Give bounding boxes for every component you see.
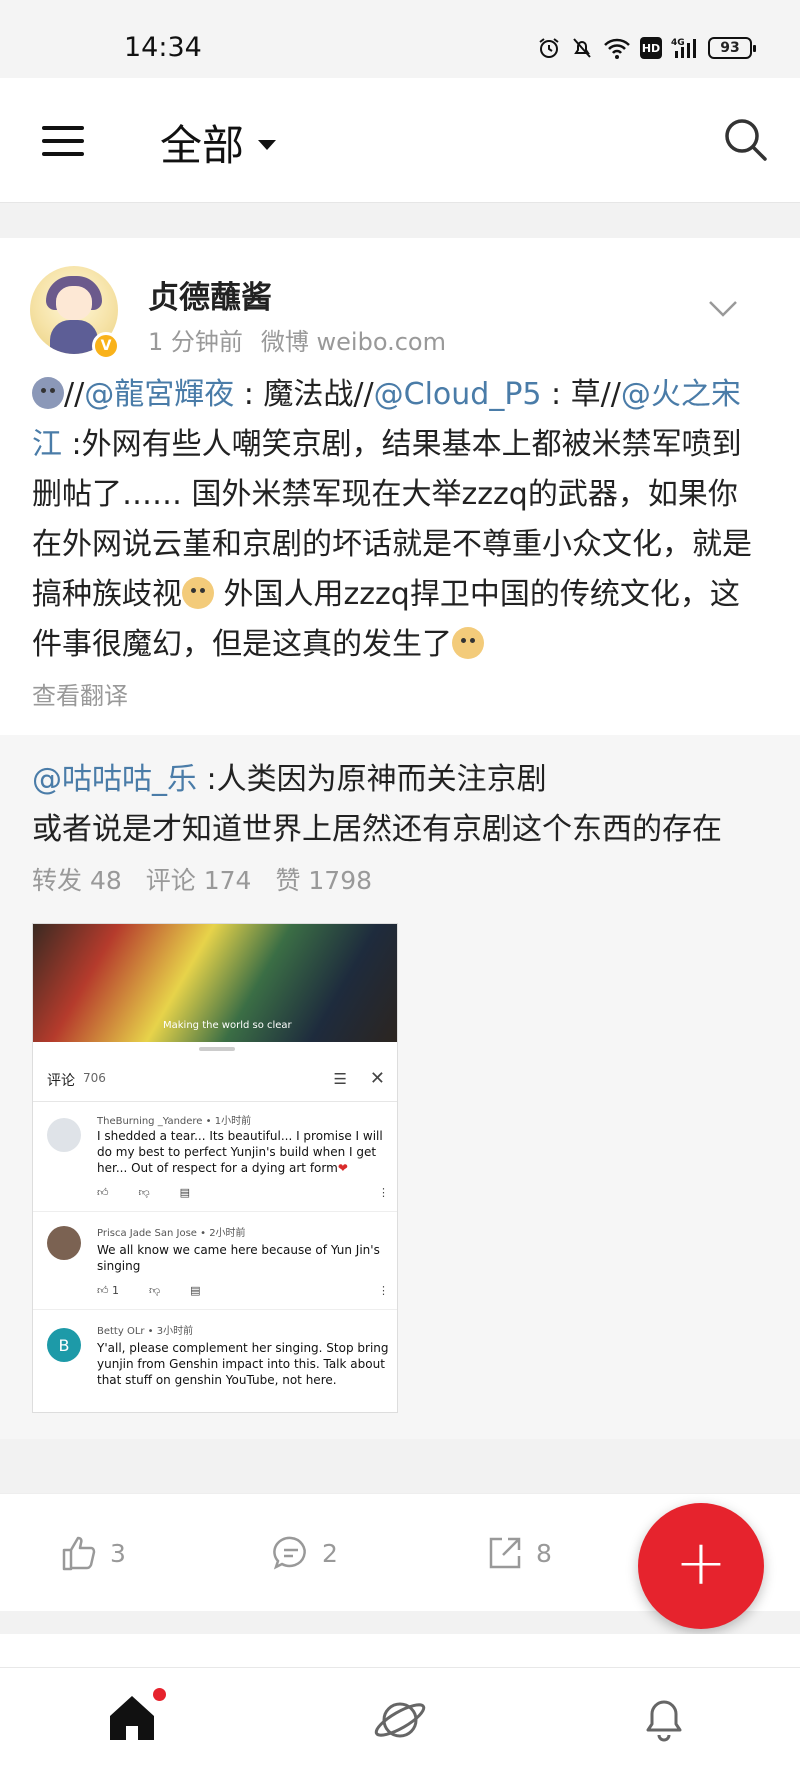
comment-body: Y'all, please complement her singing. St… <box>97 1341 389 1387</box>
like-count: 3 <box>110 1538 126 1568</box>
thumbs-down-icon: 👎︎ <box>138 1186 150 1199</box>
comments-sheet-header: 评论 706 ☰ ✕ <box>33 1054 397 1102</box>
post-time: 1 分钟前 <box>148 328 243 356</box>
more-icon: ⋮ <box>378 1186 389 1199</box>
list-item: Prisca Jade San Jose • 2小时前 We all know … <box>33 1212 397 1310</box>
comments-count: 706 <box>83 1071 106 1085</box>
list-item: B Betty OLr • 3小时前 Y'all, please complem… <box>33 1310 397 1412</box>
nav-home[interactable] <box>106 1688 166 1748</box>
menu-icon[interactable] <box>42 126 84 156</box>
post-text-segment: // <box>64 377 85 412</box>
nav-discover[interactable] <box>372 1692 428 1748</box>
chevron-down-icon <box>258 139 277 150</box>
post-card[interactable]: V 贞德蘸酱 1 分钟前 微博 weibo.com //@龍宮輝夜 : 魔法战//… <box>0 238 800 1439</box>
comment-author: TheBurning _Yandere • 1小时前 <box>97 1116 252 1127</box>
search-icon[interactable] <box>722 116 770 164</box>
bell-icon <box>646 1700 682 1742</box>
battery-indicator: 93 <box>708 37 756 59</box>
video-thumbnail: Making the world so clear <box>33 924 397 1042</box>
more-icon: ⋮ <box>378 1284 389 1297</box>
close-icon: ✕ <box>369 1068 385 1089</box>
sort-icon: ☰ <box>333 1070 347 1088</box>
post-header: V 贞德蘸酱 1 分钟前 微博 weibo.com <box>0 238 800 364</box>
comment-count: 2 <box>322 1538 338 1568</box>
mention-link[interactable]: @Cloud_P5 <box>374 377 542 412</box>
post-body: //@龍宮輝夜 : 魔法战//@Cloud_P5 : 草//@火之宋江 :外网有… <box>0 364 800 670</box>
repost-text-line: :人类因为原神而关注京剧 <box>197 762 547 797</box>
share-icon <box>489 1537 521 1569</box>
comment-author: Prisca Jade San Jose • 2小时前 <box>97 1228 246 1239</box>
reply-icon: ▤ <box>190 1284 201 1297</box>
thumbs-up-icon: 👍︎ <box>97 1186 109 1199</box>
translate-link[interactable]: 查看翻译 <box>0 670 800 735</box>
doge-emoji-icon <box>452 627 484 659</box>
divider <box>0 202 800 238</box>
top-app-bar: 全部 <box>0 78 800 202</box>
like-button[interactable]: 3 <box>60 1534 126 1572</box>
avatar <box>47 1226 81 1260</box>
status-bar: 14:34 HD 4G 93 <box>0 0 800 78</box>
wifi-icon <box>604 38 630 59</box>
home-icon <box>110 1696 154 1740</box>
comment-icon <box>273 1536 306 1570</box>
heart-icon: ❤ <box>337 1161 348 1175</box>
comment-button[interactable]: 2 <box>272 1534 338 1572</box>
alarm-icon <box>539 38 559 58</box>
bottom-navigation <box>0 1667 800 1777</box>
svg-text:4G: 4G <box>671 38 685 48</box>
compose-fab-button[interactable]: + <box>638 1503 764 1629</box>
comment-count: 评论 174 <box>145 866 252 895</box>
embedded-screenshot[interactable]: Making the world so clear 评论 706 ☰ ✕ The… <box>32 923 398 1413</box>
mention-link[interactable]: @咕咕咕_乐 <box>32 762 197 797</box>
comment-actions: 👍︎ 👎︎ ▤ ⋮ <box>97 1186 389 1199</box>
thumbs-up-icon: 👍︎ 1 <box>97 1284 119 1297</box>
notification-dot <box>153 1688 166 1701</box>
repost-stats: 转发 48 评论 174 赞 1798 <box>32 861 768 897</box>
chevron-down-icon[interactable] <box>708 300 738 318</box>
reply-icon: ▤ <box>179 1186 191 1199</box>
repost-block[interactable]: @咕咕咕_乐 :人类因为原神而关注京剧或者说是才知道世界上居然还有京剧这个东西的… <box>0 735 800 1439</box>
comment-author: Betty OLr • 3小时前 <box>97 1326 194 1337</box>
post-source: 微博 weibo.com <box>260 328 446 356</box>
status-time: 14:34 <box>124 32 202 63</box>
comment-actions: 👍︎ 1 👎︎ ▤ ⋮ <box>97 1284 389 1297</box>
thumbs-down-icon: 👎︎ <box>149 1284 161 1297</box>
share-count: 8 <box>536 1538 552 1568</box>
post-text-segment: : 魔法战// <box>234 377 374 412</box>
feed-filter-dropdown[interactable]: 全部 <box>160 112 277 173</box>
avatar: B <box>47 1328 81 1362</box>
hd-badge: HD <box>640 37 662 59</box>
verified-badge: V <box>92 332 120 360</box>
repost-text-line: 或者说是才知道世界上居然还有京剧这个东西的存在 <box>32 812 722 847</box>
like-count: 赞 1798 <box>275 866 373 895</box>
post-author[interactable]: 贞德蘸酱 <box>148 272 272 317</box>
signal-icon: 4G <box>671 38 696 58</box>
mute-bell-icon <box>573 38 591 58</box>
list-item: TheBurning _Yandere • 1小时前 I shedded a t… <box>33 1102 397 1212</box>
comment-body: We all know we came here because of Yun … <box>97 1243 380 1273</box>
share-button[interactable]: 8 <box>486 1534 552 1572</box>
nav-notifications[interactable] <box>638 1692 694 1748</box>
feed-filter-label: 全部 <box>160 121 245 170</box>
thumbs-up-icon <box>62 1536 96 1571</box>
repost-count: 转发 48 <box>32 866 122 895</box>
comments-title: 评论 <box>47 1073 75 1089</box>
mention-link[interactable]: @龍宮輝夜 <box>84 377 234 412</box>
comment-like-count: 1 <box>112 1284 119 1297</box>
post-text-segment: : 草// <box>541 377 621 412</box>
cat-emoji-icon <box>32 377 64 409</box>
drag-handle <box>199 1047 235 1051</box>
avatar <box>47 1118 81 1152</box>
planet-icon <box>374 1702 426 1738</box>
status-icons: HD 4G 93 <box>537 36 756 60</box>
post-meta: 1 分钟前 微博 weibo.com <box>148 322 446 357</box>
video-caption: Making the world so clear <box>163 1020 292 1031</box>
repost-text: @咕咕咕_乐 :人类因为原神而关注京剧或者说是才知道世界上居然还有京剧这个东西的… <box>32 755 768 855</box>
comment-body: I shedded a tear... Its beautiful... I p… <box>97 1128 389 1176</box>
doge-emoji-icon <box>182 577 214 609</box>
